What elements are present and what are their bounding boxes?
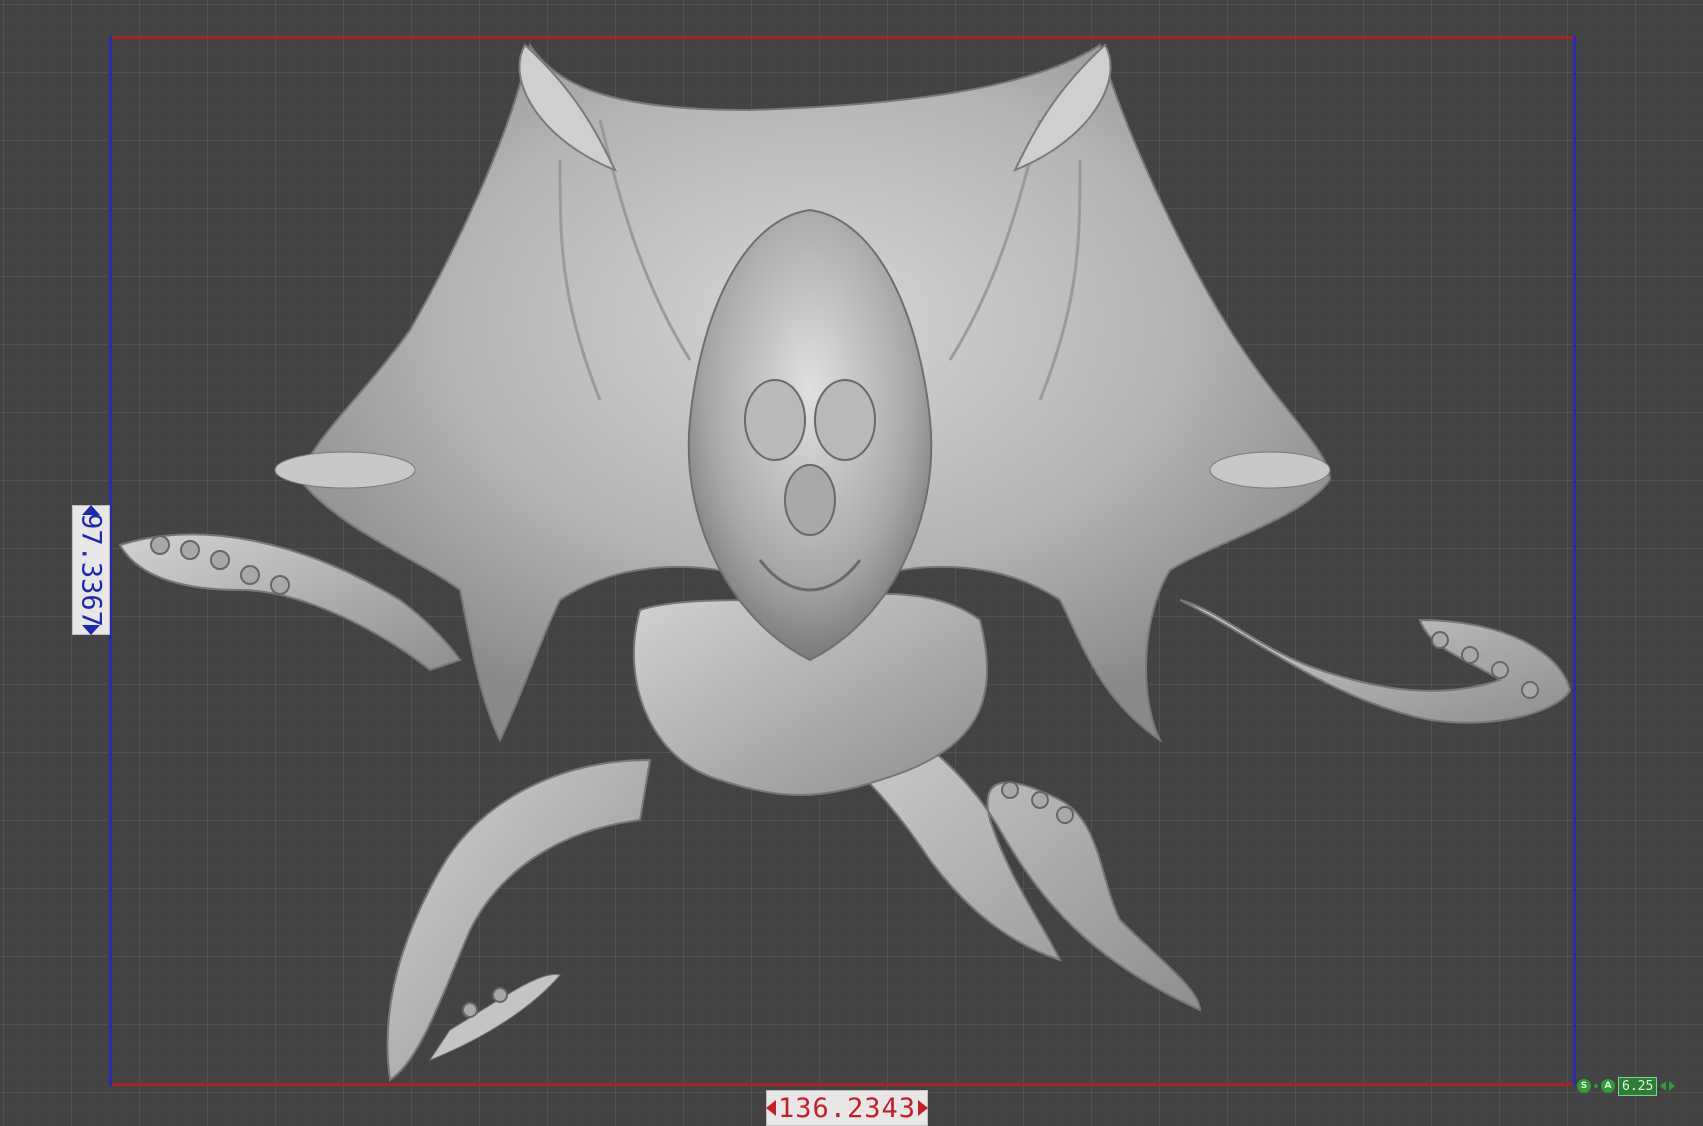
- increase-arrow-icon[interactable]: [1669, 1081, 1676, 1091]
- head-center-plate: [784, 464, 836, 536]
- tentacle-right: [1179, 599, 1572, 724]
- height-dimension-value: 97.3367: [75, 513, 107, 627]
- bounding-box-bottom-edge: [110, 1083, 1575, 1086]
- left-wing-claw: [274, 451, 416, 489]
- snap-zoom-widget[interactable]: S A 6.25: [1577, 1075, 1676, 1097]
- snap-toggle-icon[interactable]: S: [1577, 1079, 1591, 1093]
- 3d-viewport[interactable]: 136.2343 97.3367 S A 6.25: [0, 0, 1703, 1126]
- zoom-value[interactable]: 6.25: [1618, 1076, 1658, 1096]
- width-dimension-value: 136.2343: [777, 1092, 917, 1124]
- bounding-box-top-edge: [110, 36, 1575, 39]
- right-eye: [814, 379, 876, 461]
- tentacle-bottom-left: [386, 758, 652, 1082]
- creature-3d-model[interactable]: [0, 0, 1703, 1126]
- separator-dot-icon: [1594, 1084, 1598, 1088]
- height-dimension-label[interactable]: 97.3367: [72, 505, 110, 635]
- width-dimension-label[interactable]: 136.2343: [766, 1090, 928, 1126]
- left-eye: [744, 379, 806, 461]
- tentacle-tip-left: [428, 973, 561, 1062]
- decrease-arrow-icon[interactable]: [1660, 1081, 1667, 1091]
- arrow-left-icon: [766, 1100, 776, 1116]
- arrow-down-icon: [82, 625, 100, 635]
- right-wing-claw: [1209, 451, 1331, 489]
- arrow-right-icon: [918, 1100, 928, 1116]
- bounding-box-right-edge: [1573, 36, 1576, 1086]
- angle-toggle-icon[interactable]: A: [1601, 1079, 1615, 1093]
